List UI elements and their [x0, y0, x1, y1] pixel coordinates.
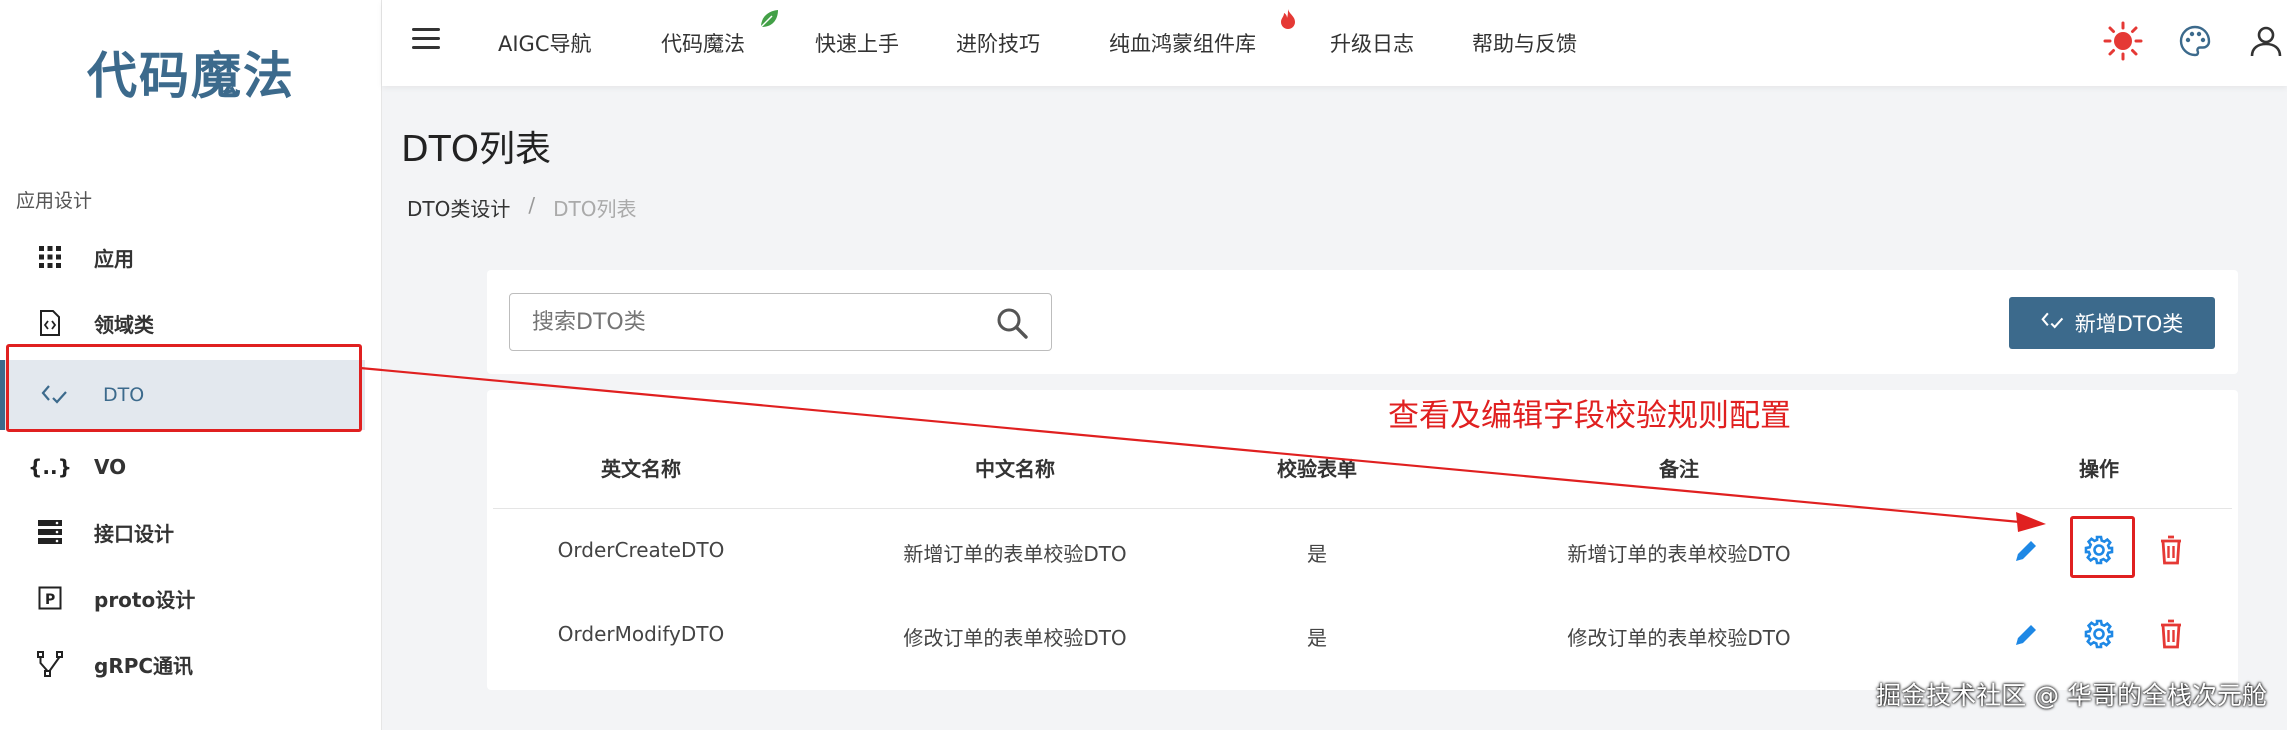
column-header-cn-name: 中文名称	[975, 457, 1055, 481]
sidebar-item-dto[interactable]: DTO	[0, 360, 365, 430]
cell-cn-name: 修改订单的表单校验DTO	[903, 626, 1127, 650]
svg-text:P: P	[45, 592, 55, 608]
nav-quick-start[interactable]: 快速上手	[815, 28, 899, 58]
watermark: 掘金技术社区 @ 华哥的全栈次元舱	[1876, 681, 2267, 710]
sidebar-item-label: gRPC通讯	[94, 653, 194, 678]
delete-icon[interactable]	[2151, 614, 2191, 654]
nav-changelog[interactable]: 升级日志	[1330, 28, 1414, 58]
settings-icon[interactable]	[2079, 614, 2119, 654]
sidebar-item-domain-class[interactable]: 领域类	[0, 291, 365, 355]
section-title: 应用设计	[16, 190, 93, 212]
nav-code-magic[interactable]: 代码魔法	[661, 28, 745, 58]
server-icon	[30, 512, 70, 552]
sidebar-item-label: 应用	[94, 246, 134, 271]
grid-icon	[30, 237, 70, 277]
dto-icon	[2041, 310, 2065, 337]
sidebar-item-app[interactable]: 应用	[0, 225, 365, 289]
header-divider	[493, 508, 2232, 509]
edit-icon[interactable]	[2007, 614, 2047, 654]
breadcrumb-separator: /	[528, 193, 536, 217]
breadcrumb-current: DTO列表	[553, 197, 637, 221]
breadcrumb: DTO类设计 / DTO列表	[407, 193, 636, 222]
search-input[interactable]	[532, 309, 972, 335]
fire-icon	[1280, 8, 1296, 34]
sidebar-item-label: DTO	[103, 384, 145, 406]
sidebar-item-grpc[interactable]: gRPC通讯	[0, 632, 365, 696]
cell-en-name: OrderModifyDTO	[557, 622, 725, 646]
cell-cn-name: 新增订单的表单校验DTO	[903, 542, 1127, 566]
annotation-text: 查看及编辑字段校验规则配置	[1388, 398, 1791, 434]
sidebar-item-label: 领域类	[94, 312, 154, 337]
app-logo[interactable]: 代码魔法	[0, 36, 382, 108]
sidebar-item-api-design[interactable]: 接口设计	[0, 500, 365, 564]
search-icon[interactable]	[995, 306, 1029, 344]
code-file-icon	[30, 303, 70, 343]
page-title: DTO列表	[401, 129, 552, 170]
nav-help-feedback[interactable]: 帮助与反馈	[1472, 28, 1577, 58]
breadcrumb-link-dto-design[interactable]: DTO类设计	[407, 193, 510, 222]
dto-table: 英文名称 中文名称 校验表单 备注 操作 OrderCreateDTO 新增订单…	[487, 390, 2238, 690]
add-dto-button-label: 新增DTO类	[2074, 312, 2184, 336]
braces-icon: {..}	[28, 455, 72, 479]
column-header-note: 备注	[1659, 457, 1699, 481]
user-icon[interactable]	[2249, 20, 2287, 62]
cell-note: 修改订单的表单校验DTO	[1567, 626, 1791, 650]
search-card: 新增DTO类	[487, 270, 2238, 374]
edit-icon[interactable]	[2007, 530, 2047, 570]
top-navbar: AIGC导航 代码魔法 快速上手 进阶技巧 纯血鸿蒙组件库 升级日志 帮助与反馈	[382, 0, 2287, 86]
cell-validate-form: 是	[1307, 542, 1327, 566]
search-box	[509, 293, 1052, 351]
column-header-validate-form: 校验表单	[1277, 457, 1357, 481]
p-box-icon: P	[30, 578, 70, 618]
settings-icon[interactable]	[2079, 530, 2119, 570]
sidebar-item-label: proto设计	[94, 587, 196, 612]
add-dto-button[interactable]: 新增DTO类	[2009, 297, 2215, 349]
cell-note: 新增订单的表单校验DTO	[1567, 542, 1791, 566]
leaf-icon	[758, 8, 780, 34]
sidebar: 代码魔法 应用设计 应用 领域类 DTO {..} VO 接口设计 P prot…	[0, 0, 382, 730]
delete-icon[interactable]	[2151, 530, 2191, 570]
nav-harmony-components[interactable]: 纯血鸿蒙组件库	[1109, 28, 1256, 58]
column-header-en-name: 英文名称	[601, 457, 681, 481]
nav-advanced-tips[interactable]: 进阶技巧	[956, 28, 1040, 58]
sidebar-item-vo[interactable]: {..} VO	[0, 435, 365, 499]
palette-icon[interactable]	[2174, 20, 2216, 62]
branch-icon	[30, 644, 70, 684]
column-header-actions: 操作	[2079, 457, 2119, 481]
sidebar-item-label: 接口设计	[94, 521, 174, 546]
sidebar-item-label: VO	[94, 455, 127, 479]
nav-aigc[interactable]: AIGC导航	[498, 28, 592, 58]
sun-icon[interactable]	[2102, 20, 2144, 62]
dto-icon	[35, 375, 75, 415]
cell-validate-form: 是	[1307, 626, 1327, 650]
sidebar-item-proto-design[interactable]: P proto设计	[0, 566, 365, 630]
cell-en-name: OrderCreateDTO	[557, 538, 725, 562]
menu-icon[interactable]	[412, 28, 440, 52]
